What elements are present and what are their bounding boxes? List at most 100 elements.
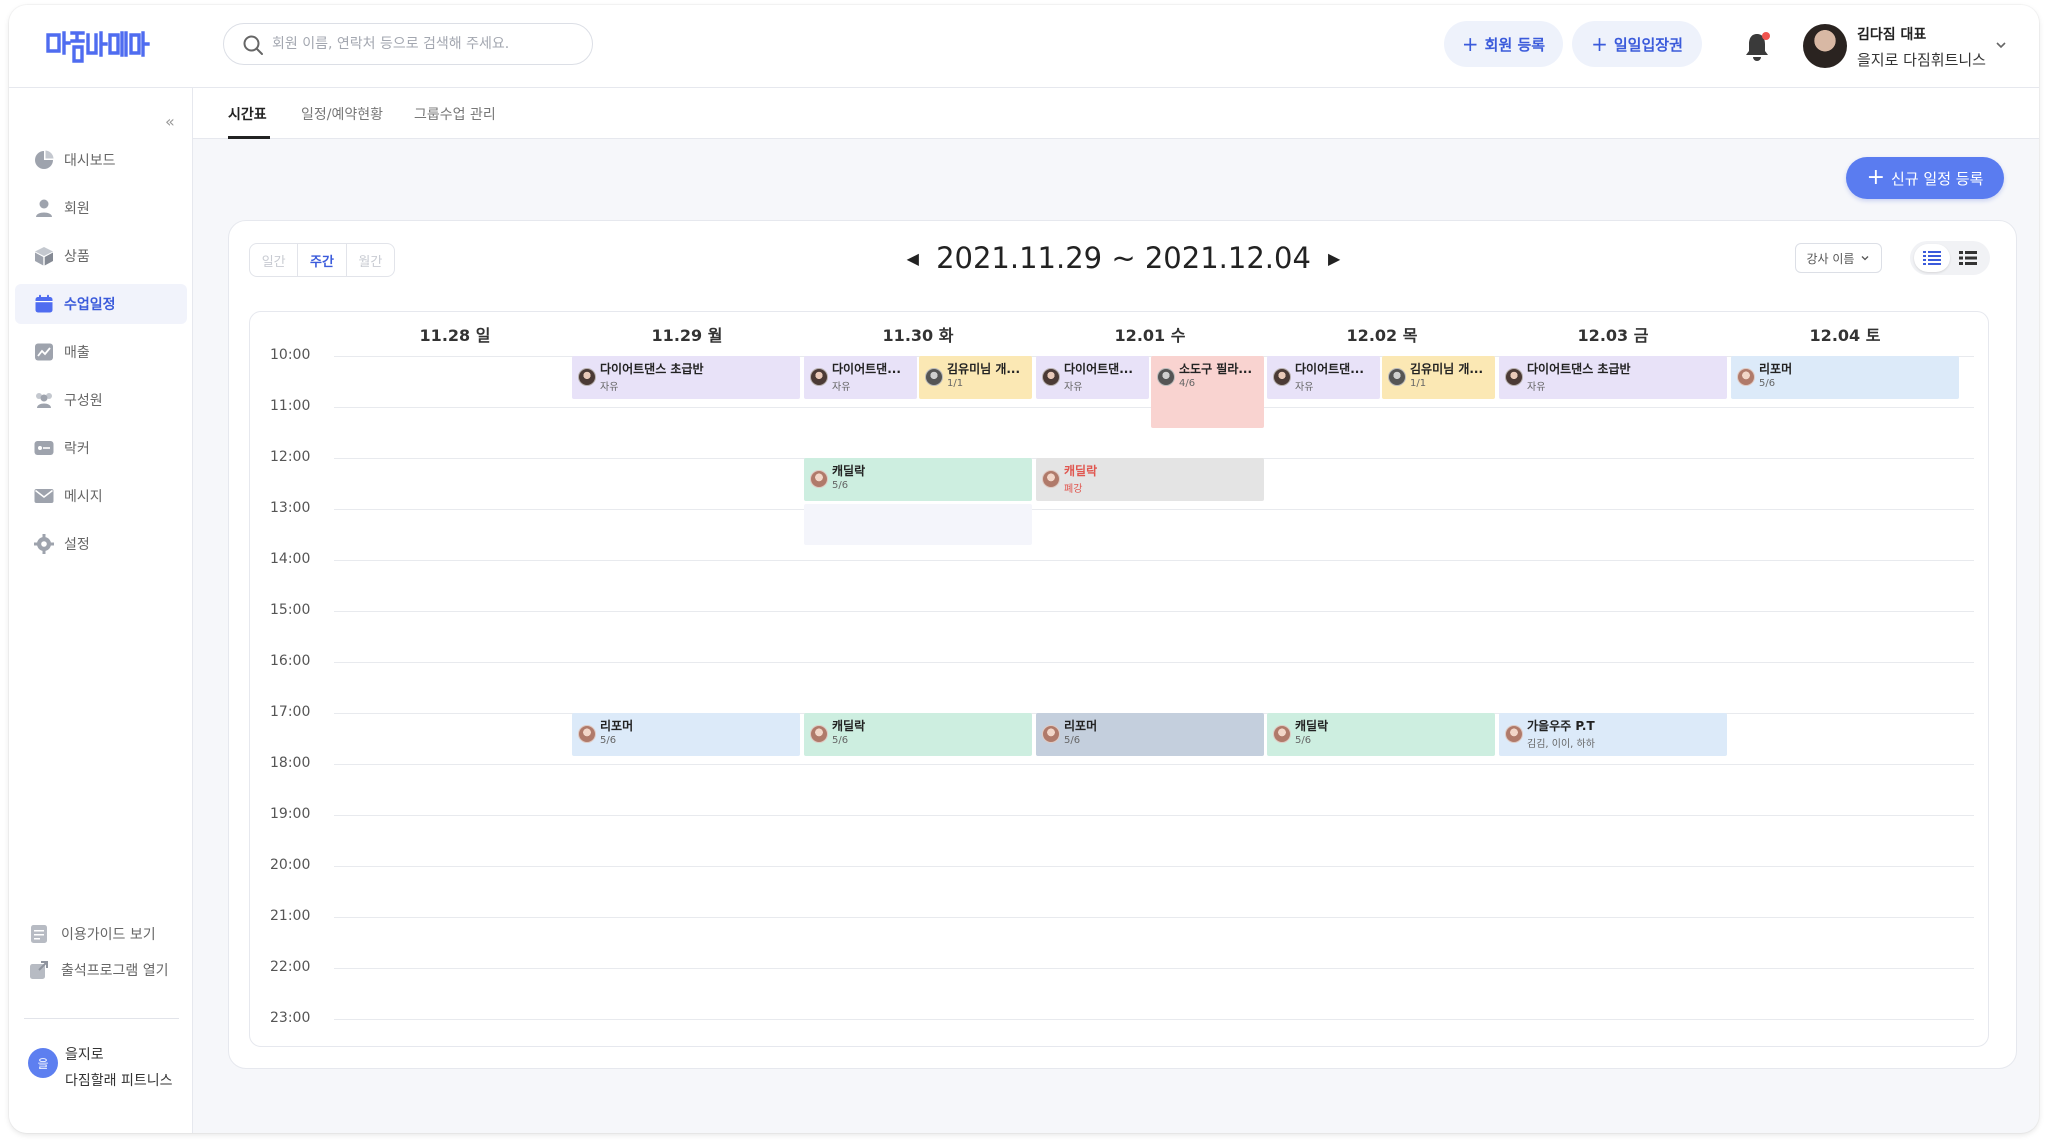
instructor-avatar (578, 725, 596, 743)
top-header: + 회원 등록 + 일일입장권 김다짐 대표 을지로 다짐휘트니스 (9, 5, 2039, 88)
day-header: 12.03 금 (1577, 326, 1649, 345)
time-label: 14:00 (270, 551, 311, 567)
teacher-filter-select[interactable]: 강사 이름 (1795, 243, 1882, 273)
tab-timetable[interactable]: 시간표 (228, 104, 267, 124)
sidebar-item-label: 설정 (64, 537, 90, 553)
day-header: 12.01 수 (1114, 326, 1186, 345)
event-capacity: 5/6 (832, 735, 849, 746)
sidebar-item-messages[interactable]: 메시지 (15, 476, 187, 516)
new-schedule-button[interactable]: + 신규 일정 등록 (1846, 157, 2004, 199)
sidebar-item-products[interactable]: 상품 (15, 236, 187, 276)
sidebar-item-sales[interactable]: 매출 (15, 332, 187, 372)
sidebar-item-members[interactable]: 회원 (15, 188, 187, 228)
plus-icon: + (1461, 32, 1479, 56)
instructor-avatar (1042, 470, 1060, 488)
day-pass-button[interactable]: + 일일입장권 (1572, 21, 1702, 67)
instructor-avatar (810, 725, 828, 743)
class-event[interactable]: 리포머 5/6 (572, 713, 800, 756)
sidebar-item-lockers[interactable]: 락커 (15, 428, 187, 468)
event-capacity: 5/6 (600, 735, 617, 746)
sidebar-item-schedule[interactable]: 수업일정 (15, 284, 187, 324)
instructor-avatar (1273, 725, 1291, 743)
instructor-avatar (1273, 368, 1291, 386)
event-capacity: 5/6 (1759, 378, 1776, 389)
sidebar: « 대시보드 회원 상품 수업일정 매출 구성원 락커 메시지 설정 이용가이드… (9, 88, 193, 1133)
sidebar-divider (24, 1018, 179, 1019)
class-event[interactable]: 김유미님 개... 1/1 (1382, 356, 1495, 399)
add-member-button[interactable]: + 회원 등록 (1444, 21, 1563, 67)
time-label: 10:00 (270, 347, 311, 363)
event-title: 다이어트댄스 초급반 (600, 362, 704, 376)
class-event[interactable]: 김유미님 개... 1/1 (919, 356, 1032, 399)
instructor-avatar (925, 368, 943, 386)
class-event[interactable]: 다이어트댄... 자유 (804, 356, 917, 399)
sidebar-item-label: 회원 (64, 201, 90, 217)
event-members: 김김, 이이, 하하 (1527, 739, 1595, 750)
class-event[interactable]: 소도구 필라... 4/6 (1151, 356, 1264, 428)
class-event[interactable]: 캐딜락 5/6 (804, 713, 1032, 756)
usage-guide-link[interactable]: 이용가이드 보기 (29, 924, 156, 944)
hour-line (334, 866, 1974, 867)
tab-reservations[interactable]: 일정/예약현황 (301, 104, 383, 124)
profile-gym-name: 을지로 다짐휘트니스 (1857, 51, 1986, 69)
instructor-avatar (810, 368, 828, 386)
sidebar-item-label: 대시보드 (64, 153, 116, 169)
class-event[interactable]: 리포머 5/6 (1731, 356, 1959, 399)
sidebar-item-staff[interactable]: 구성원 (15, 380, 187, 420)
day-header: 11.30 화 (882, 326, 954, 345)
prev-week-icon[interactable]: ◀ (895, 249, 931, 268)
day-pass-label: 일일입장권 (1613, 35, 1683, 54)
chevron-down-icon[interactable] (1994, 38, 2008, 52)
class-event[interactable]: 다이어트댄... 자유 (1267, 356, 1380, 399)
hour-line (334, 611, 1974, 612)
class-event[interactable]: 다이어트댄스 초급반 자유 (572, 356, 800, 399)
time-label: 15:00 (270, 602, 311, 618)
class-event-cancelled[interactable]: 캐딜락 폐강 (1036, 458, 1264, 501)
sidebar-item-label: 메시지 (64, 489, 103, 505)
tab-group-classes[interactable]: 그룹수업 관리 (414, 104, 496, 124)
hour-line (334, 560, 1974, 561)
class-event[interactable]: 리포머 5/6 (1036, 713, 1264, 756)
attendance-program-link[interactable]: 출석프로그램 열기 (29, 960, 169, 980)
calendar-icon (34, 294, 54, 314)
instructor-avatar (1042, 368, 1060, 386)
time-label: 23:00 (270, 1010, 311, 1026)
teacher-filter-label: 강사 이름 (1806, 251, 1855, 266)
profile-name: 김다짐 대표 (1857, 27, 1927, 43)
instructor-avatar (1388, 368, 1406, 386)
detail-list-icon[interactable] (1950, 244, 1986, 272)
class-event[interactable]: 다이어트댄... 자유 (1036, 356, 1149, 399)
list-view-icon[interactable] (1914, 244, 1950, 272)
time-label: 13:00 (270, 500, 311, 516)
usage-guide-label: 이용가이드 보기 (61, 927, 156, 943)
class-event[interactable]: 캐딜락 5/6 (1267, 713, 1495, 756)
event-capacity: 5/6 (1064, 735, 1081, 746)
sidebar-item-label: 매출 (64, 345, 90, 361)
branch-avatar[interactable]: 을 (28, 1048, 58, 1078)
sidebar-item-label: 구성원 (64, 393, 103, 409)
class-event[interactable]: 다이어트댄스 초급반 자유 (1499, 356, 1727, 399)
sidebar-item-dashboard[interactable]: 대시보드 (15, 140, 187, 180)
day-header: 11.29 월 (651, 326, 723, 345)
event-status: 폐강 (1064, 484, 1083, 495)
profile-avatar[interactable] (1803, 24, 1847, 68)
search-icon (243, 35, 263, 55)
box-icon (34, 246, 54, 266)
event-capacity: 1/1 (1410, 378, 1427, 389)
class-event[interactable]: 캐딜락 5/6 (804, 458, 1032, 501)
time-label: 22:00 (270, 959, 311, 975)
hour-line (334, 968, 1974, 969)
bell-icon[interactable] (1743, 31, 1771, 63)
time-label: 11:00 (270, 398, 311, 414)
empty-slot[interactable] (804, 504, 1032, 545)
sidebar-item-settings[interactable]: 설정 (15, 524, 187, 564)
class-event[interactable]: 가을우주 P.T 김김, 이이, 하하 (1499, 713, 1727, 756)
collapse-sidebar-icon[interactable]: « (165, 112, 175, 131)
member-search[interactable] (223, 23, 593, 65)
time-label: 18:00 (270, 755, 311, 771)
dagym-logo[interactable] (45, 27, 155, 69)
next-week-icon[interactable]: ▶ (1316, 249, 1352, 268)
time-label: 17:00 (270, 704, 311, 720)
event-capacity: 5/6 (1295, 735, 1312, 746)
search-input[interactable] (272, 32, 572, 56)
